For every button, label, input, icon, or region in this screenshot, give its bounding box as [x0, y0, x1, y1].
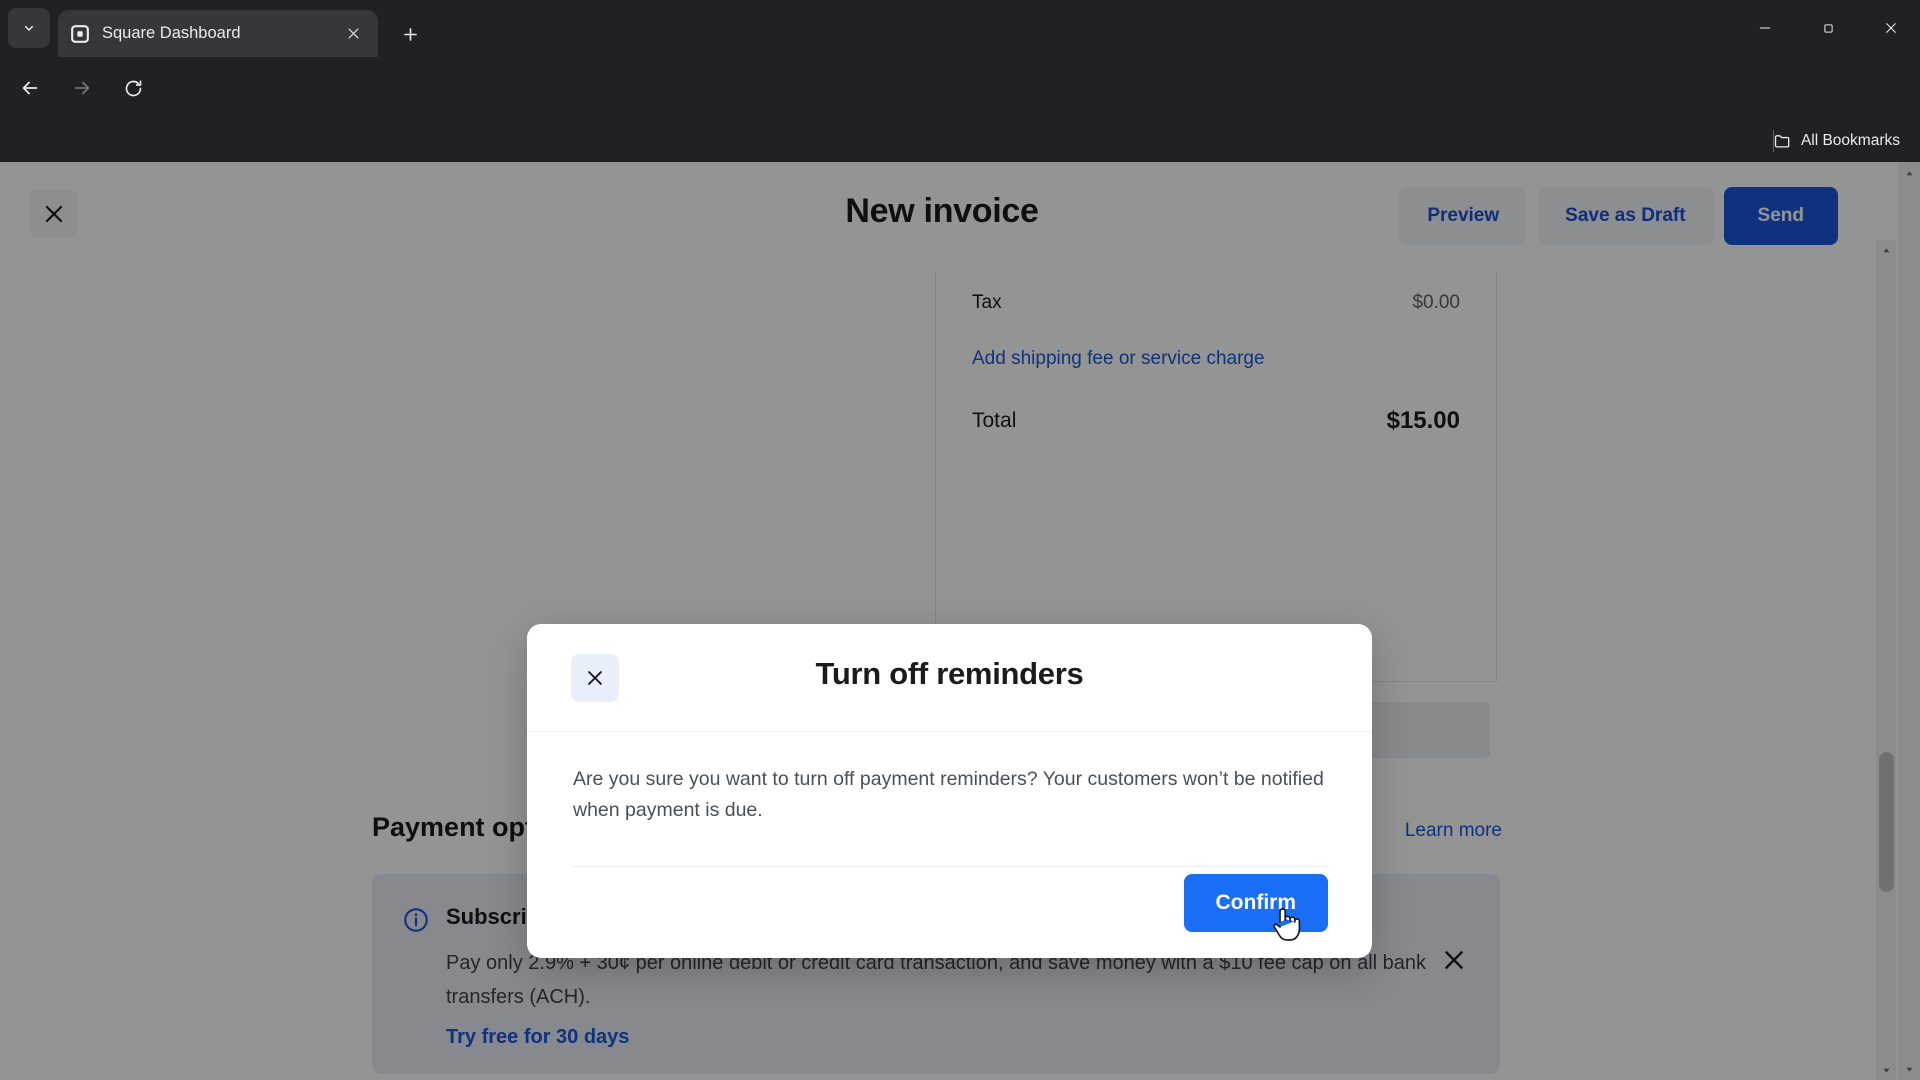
- forward-button[interactable]: [62, 68, 102, 108]
- bookmarks-bar: All Bookmarks: [0, 119, 1920, 162]
- plus-icon: [403, 27, 417, 41]
- dialog-footer: Confirm: [1183, 874, 1328, 932]
- all-bookmarks-button[interactable]: All Bookmarks: [1765, 126, 1908, 156]
- pointer-hand-cursor: [1268, 905, 1302, 945]
- back-button[interactable]: [10, 68, 50, 108]
- window-close-icon: [1886, 23, 1896, 33]
- browser-chrome: Square Dashboard All Bookmarks: [0, 0, 1920, 163]
- dialog-message: Are you sure you want to turn off paymen…: [573, 768, 1324, 821]
- tab-title: Square Dashboard: [102, 24, 241, 42]
- tab-strip: Square Dashboard: [0, 0, 1920, 57]
- confirm-button[interactable]: Confirm: [1183, 874, 1328, 932]
- arrow-left-icon: [22, 81, 38, 95]
- new-tab-button[interactable]: [392, 16, 428, 52]
- close-icon: [348, 28, 358, 39]
- dialog-title: Turn off reminders: [815, 656, 1084, 691]
- turn-off-reminders-dialog: Turn off reminders Are you sure you want…: [527, 624, 1372, 958]
- minimize-icon: [1759, 27, 1771, 29]
- square-app-icon: [70, 24, 90, 44]
- reload-button[interactable]: [113, 68, 153, 108]
- tab-close-button[interactable]: [340, 21, 366, 47]
- all-bookmarks-label: All Bookmarks: [1800, 132, 1900, 149]
- reload-icon: [125, 79, 141, 96]
- window-close-button[interactable]: [1867, 8, 1915, 48]
- browser-toolbar: squareup.com/dashboard/invoices/new?curr…: [0, 57, 1920, 163]
- dialog-divider: [573, 866, 1326, 867]
- folder-icon: [1774, 134, 1790, 148]
- tab-search-button[interactable]: [8, 8, 50, 48]
- maximize-icon: [1823, 23, 1833, 33]
- chevron-down-icon: [24, 25, 34, 31]
- dialog-header: Turn off reminders: [527, 624, 1372, 732]
- page-viewport: New invoice Preview Save as Draft Send T…: [0, 162, 1920, 1080]
- dialog-body: Are you sure you want to turn off paymen…: [527, 732, 1372, 826]
- arrow-right-icon: [74, 81, 90, 95]
- window-minimize-button[interactable]: [1741, 8, 1789, 48]
- window-maximize-button[interactable]: [1804, 8, 1852, 48]
- browser-tab[interactable]: Square Dashboard: [58, 10, 378, 57]
